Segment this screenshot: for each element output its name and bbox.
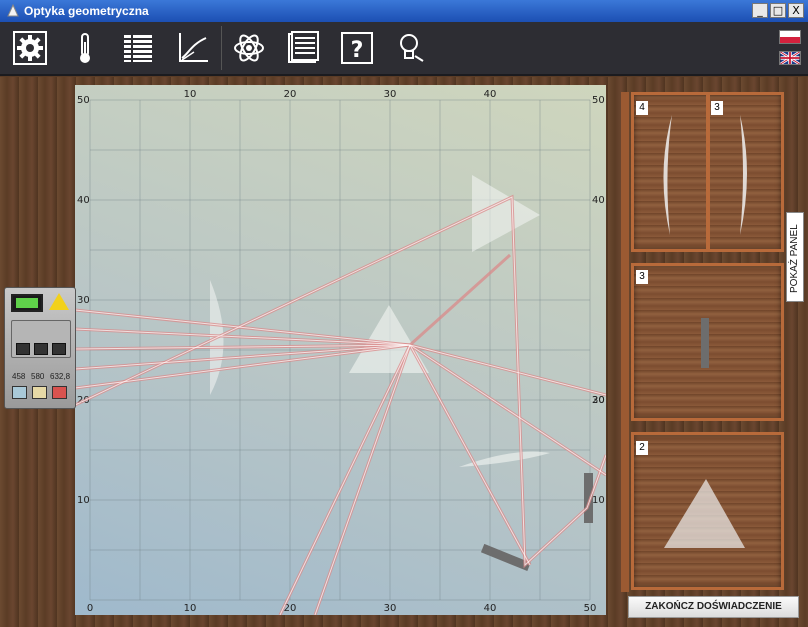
left-tick: 30	[77, 295, 90, 306]
show-panel-tab[interactable]: POKAŻ PANEL	[786, 212, 804, 302]
prism-upper[interactable]	[472, 175, 540, 252]
single-beam-button[interactable]	[16, 343, 30, 355]
mirror-box[interactable]: 3	[631, 263, 784, 421]
toolbar-separator	[221, 26, 222, 70]
right-tick: 40	[592, 195, 605, 206]
left-tick: 50	[77, 95, 90, 106]
notebook-button[interactable]	[283, 28, 323, 68]
right-tick: 10	[592, 495, 605, 506]
mirror-item[interactable]	[701, 318, 709, 368]
wavelength-label: 632,8	[50, 372, 71, 381]
thermometer-icon	[80, 33, 90, 63]
app-icon	[7, 4, 19, 17]
bottom-tick: 10	[184, 603, 197, 614]
optical-bench[interactable]: 10 20 30 40 0 10 20 30 40 50 50 40 30 20…	[75, 85, 606, 615]
toolbar: ?	[0, 22, 808, 76]
help-icon: ?	[341, 32, 373, 64]
multi-beam-button[interactable]	[52, 343, 66, 355]
wavelength-458-button[interactable]	[12, 386, 27, 399]
item-count-badge: 3	[636, 270, 648, 284]
graph-icon	[179, 33, 208, 62]
concave-lens-item[interactable]	[663, 115, 672, 235]
table-button[interactable]	[118, 28, 158, 68]
table-icon	[124, 35, 152, 62]
end-experiment-button[interactable]: ZAKOŃCZ DOŚWIADCZENIE	[628, 596, 799, 618]
laser-power-display	[11, 294, 43, 312]
top-tick: 40	[484, 89, 497, 100]
settings-icon	[13, 31, 47, 65]
top-tick: 10	[184, 89, 197, 100]
beam-count-selector	[11, 320, 71, 358]
wavelength-632-button[interactable]	[52, 386, 67, 399]
svg-text:?: ?	[351, 38, 364, 63]
close-button[interactable]: X	[788, 3, 804, 18]
laser-warning-icon	[49, 293, 69, 310]
wavelength-580-button[interactable]	[32, 386, 47, 399]
top-tick: 20	[284, 89, 297, 100]
lightbulb-icon	[400, 34, 424, 62]
bottom-tick: 0	[87, 603, 93, 614]
item-count-badge: 4	[636, 101, 648, 115]
optical-bench-canvas: 10 20 30 40 0 10 20 30 40 50 50 40 30 20…	[75, 89, 606, 615]
right-tick: 20	[592, 395, 605, 406]
temperature-button[interactable]	[65, 28, 105, 68]
window-title: Optyka geometryczna	[24, 4, 149, 18]
wavelength-label: 580	[31, 372, 45, 381]
left-tick: 10	[77, 495, 90, 506]
panel-rail	[621, 92, 629, 592]
atom-icon	[234, 34, 264, 62]
item-count-badge: 2	[636, 441, 648, 455]
wavelength-label: 458	[12, 372, 26, 381]
laser-source[interactable]: 458 580 632,8	[4, 287, 76, 409]
lens-box[interactable]: 4 3	[631, 92, 784, 252]
minimize-button[interactable]: _	[752, 3, 768, 18]
maximize-button[interactable]: □	[770, 3, 786, 18]
bottom-tick: 30	[384, 603, 397, 614]
three-beam-button[interactable]	[34, 343, 48, 355]
item-count-badge: 3	[711, 101, 723, 115]
hint-button[interactable]	[391, 28, 431, 68]
top-tick: 30	[384, 89, 397, 100]
prism-item[interactable]	[664, 479, 745, 548]
prism-box[interactable]: 2	[631, 432, 784, 590]
right-tick: 50	[592, 95, 605, 106]
settings-button[interactable]	[10, 28, 50, 68]
notebook-icon	[288, 31, 319, 63]
english-language-flag[interactable]	[779, 51, 801, 65]
polish-language-flag[interactable]	[779, 30, 801, 44]
convex-lens-item[interactable]	[740, 115, 747, 235]
graph-button[interactable]	[172, 28, 212, 68]
atom-button[interactable]	[229, 28, 269, 68]
bottom-tick: 40	[484, 603, 497, 614]
bottom-tick: 50	[584, 603, 597, 614]
show-panel-label: POKAŻ PANEL	[789, 224, 800, 293]
left-tick: 40	[77, 195, 90, 206]
help-button[interactable]: ?	[337, 28, 377, 68]
title-bar: Optyka geometryczna _ □ X	[0, 0, 808, 22]
